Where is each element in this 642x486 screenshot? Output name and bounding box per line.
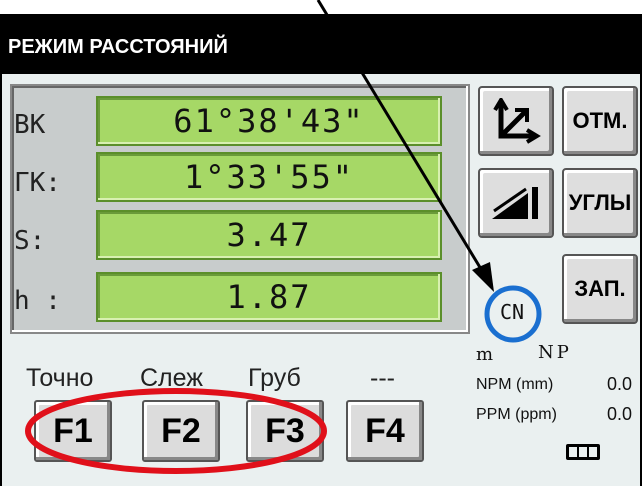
coordinate-button[interactable] [478,86,554,156]
cn-indicator: CN [500,300,525,324]
f1-key[interactable]: F1 [34,400,112,462]
ugly-button[interactable]: УГЛЫ [562,168,638,238]
slope-icon [492,187,538,219]
zap-button[interactable]: ЗАП. [562,254,638,324]
coordinate-axes-icon [493,98,541,144]
ppm-value: 0.0 [606,404,632,424]
battery-icon [566,444,600,460]
npm-value: 0.0 [606,374,632,394]
value-gk: 1°33'55" [96,152,442,202]
np-indicator: NP [538,342,572,363]
page-title: РЕЖИМ РАССТОЯНИЙ [8,36,228,58]
value-h: 1.87 [96,272,442,322]
unit-label: m [476,344,494,365]
f3-key[interactable]: F3 [246,400,324,462]
label-vk: ВК [14,110,46,140]
value-s: 3.47 [96,210,442,260]
label-s: S: [14,226,46,256]
slope-button[interactable] [478,168,554,238]
label-gk: ГК: [14,168,61,198]
label-h: h : [14,286,61,316]
mode-label-slezh: Слеж [140,364,203,392]
mode-label-grub: Груб [248,364,301,392]
f2-key[interactable]: F2 [142,400,220,462]
mode-label-none: --- [370,364,395,392]
value-vk: 61°38'43" [96,96,442,146]
otm-button[interactable]: ОТМ. [562,86,638,156]
f4-key[interactable]: F4 [346,400,424,462]
ppm-label: PPM (ppm) [476,406,557,423]
mode-label-tochno: Точно [26,364,94,392]
npm-label: NPM (mm) [476,376,554,393]
